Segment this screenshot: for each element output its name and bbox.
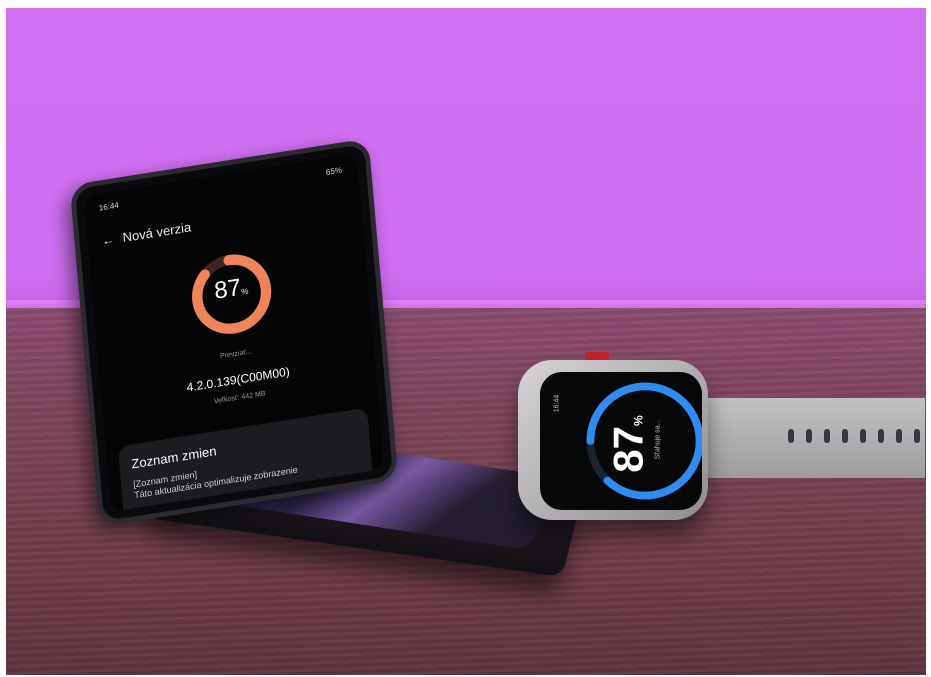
strap-hole (806, 429, 812, 443)
strap-hole (896, 429, 902, 443)
page-title: Nová verzia (121, 219, 192, 246)
strap-hole (824, 429, 830, 443)
strap-hole (878, 429, 884, 443)
phone-top-half: 16:44 65% ← Nová verzia 87% Prevziať... … (69, 138, 399, 527)
phone-screen: 16:44 65% ← Nová verzia 87% Prevziať... … (83, 153, 385, 512)
strap-hole (788, 429, 794, 443)
strap-hole (842, 429, 848, 443)
strap-hole (914, 429, 920, 443)
strap-hole (860, 429, 866, 443)
watch-screen: 16:44 87% Sťahuje sa... (540, 372, 702, 510)
back-arrow-icon[interactable]: ← (101, 231, 115, 248)
watch-download-status: Sťahuje sa... (654, 419, 662, 460)
status-time: 16:44 (98, 200, 120, 213)
watch-progress-percent: 87% (604, 415, 652, 473)
watch-time: 16:44 (553, 394, 561, 413)
watch-strap (680, 398, 925, 478)
battery-level: 65% (325, 165, 343, 177)
page-header: ← Nová verzia (101, 219, 192, 248)
